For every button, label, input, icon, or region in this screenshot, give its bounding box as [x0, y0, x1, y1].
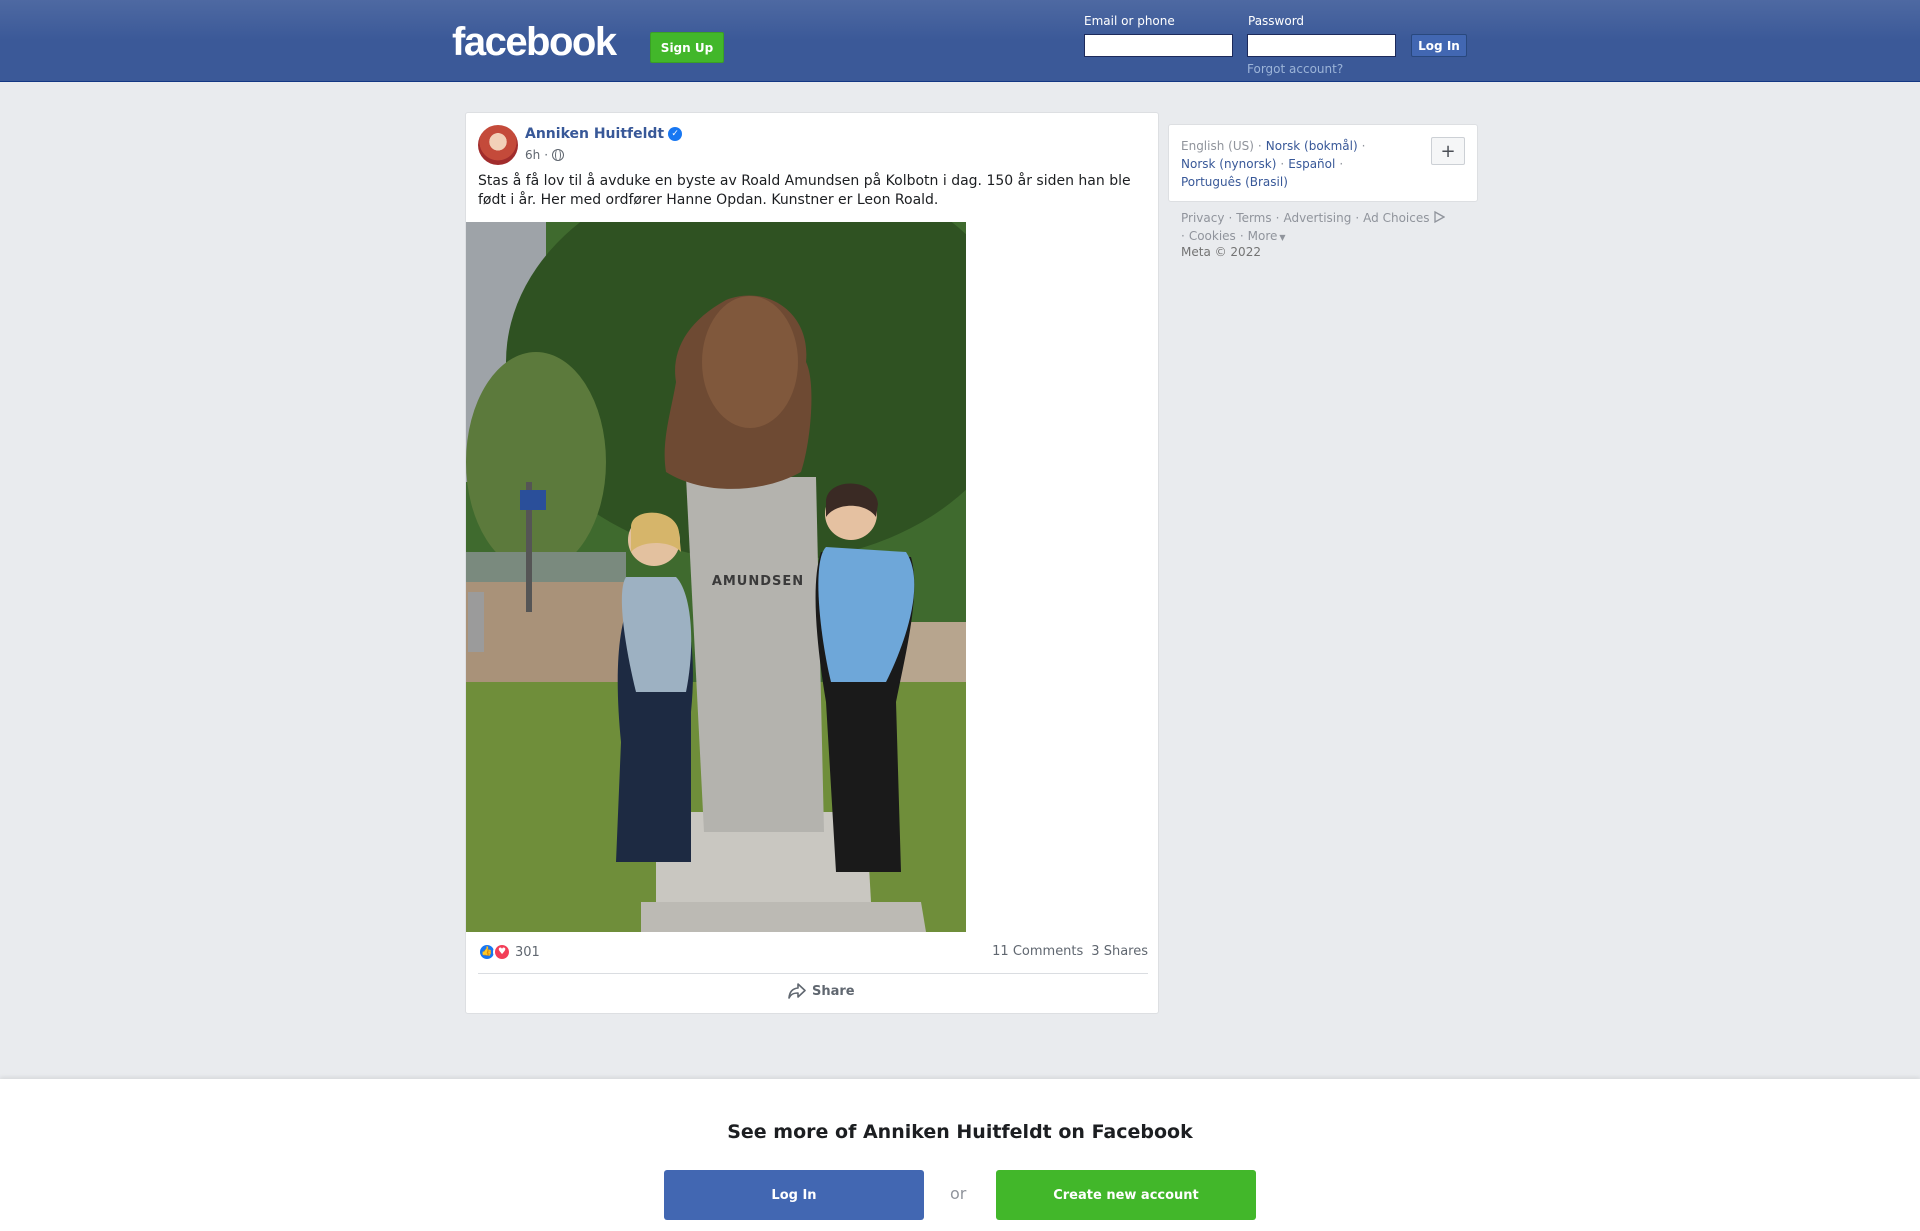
sign-up-button[interactable]: Sign Up [650, 32, 724, 63]
footer-link-more[interactable]: More [1248, 229, 1278, 243]
post-timestamp[interactable]: 6h [525, 148, 540, 162]
footer-link-terms[interactable]: Terms [1236, 211, 1271, 225]
language-link[interactable]: Norsk (bokmål) [1266, 139, 1358, 153]
current-language: English (US) [1181, 139, 1254, 153]
share-label: Share [812, 983, 855, 999]
footer-link-advertising[interactable]: Advertising [1283, 211, 1351, 225]
author-name-link[interactable]: Anniken Huitfeldt [525, 126, 664, 142]
facebook-logo[interactable]: facebook [452, 22, 617, 62]
share-arrow-icon [788, 983, 806, 999]
post-photo-illustration: AMUNDSEN [466, 222, 966, 932]
more-caret-icon: ▼ [1279, 233, 1286, 242]
copyright: Meta © 2022 [1181, 245, 1261, 259]
share-button[interactable]: Share [788, 983, 855, 999]
verified-badge-icon: ✓ [668, 127, 683, 141]
footer-link-privacy[interactable]: Privacy [1181, 211, 1224, 225]
meta-separator: · [544, 148, 549, 162]
post-card: Anniken Huitfeldt ✓ 6h · Stas å få lov t… [465, 112, 1159, 1014]
language-link[interactable]: Português (Brasil) [1181, 175, 1288, 189]
footer-link-ad-choices[interactable]: Ad Choices [1363, 211, 1429, 225]
comments-count-link[interactable]: 11 Comments [992, 944, 1083, 959]
language-list: English (US) · Norsk (bokmål) · Norsk (nyno… [1181, 139, 1366, 189]
footer-links: Privacy · Terms · Advertising · Ad Choices · Co… [1181, 209, 1481, 247]
engagement-counts: 👍 ♥ 301 11 Comments 3 Shares [478, 943, 1148, 963]
post-photo[interactable]: AMUNDSEN [466, 222, 966, 932]
email-input[interactable] [1084, 34, 1233, 57]
author-name-row: Anniken Huitfeldt ✓ [525, 126, 683, 142]
reactions-summary[interactable]: 👍 ♥ 301 [478, 943, 540, 961]
post-text: Stas å få lov til å avduke en byste av R… [478, 173, 1131, 208]
top-navigation-bar: facebook Sign Up Email or phone Password… [0, 0, 1920, 82]
globe-icon [552, 148, 565, 161]
post-meta: 6h · [525, 148, 565, 162]
action-divider [478, 973, 1148, 974]
language-link[interactable]: Norsk (nynorsk) [1181, 157, 1276, 171]
password-label: Password [1248, 14, 1305, 28]
login-prompt-title: See more of Anniken Huitfeldt on Faceboo… [727, 1121, 1193, 1143]
author-avatar[interactable] [478, 125, 518, 165]
password-input[interactable] [1247, 34, 1396, 57]
love-reaction-icon: ♥ [493, 943, 511, 961]
language-link[interactable]: Español [1288, 157, 1335, 171]
bust-inscription: AMUNDSEN [712, 574, 804, 589]
language-selector-box: English (US) · Norsk (bokmål) · Norsk (nyno… [1168, 124, 1478, 202]
login-prompt-bar: See more of Anniken Huitfeldt on Faceboo… [0, 1079, 1920, 1231]
shares-count-link[interactable]: 3 Shares [1091, 944, 1148, 959]
create-account-button[interactable]: Create new account [996, 1170, 1256, 1220]
bottom-login-button[interactable]: Log In [664, 1170, 924, 1220]
forgot-account-link[interactable]: Forgot account? [1247, 62, 1343, 76]
login-button[interactable]: Log In [1411, 34, 1467, 57]
or-separator: or [950, 1184, 967, 1203]
ad-choices-icon [1434, 210, 1446, 224]
reaction-count: 301 [515, 944, 540, 960]
email-label: Email or phone [1084, 14, 1175, 28]
comment-share-counts: 11 Comments 3 Shares [992, 944, 1148, 959]
more-languages-button[interactable]: + [1431, 137, 1465, 165]
footer-link-cookies[interactable]: Cookies [1189, 229, 1236, 243]
